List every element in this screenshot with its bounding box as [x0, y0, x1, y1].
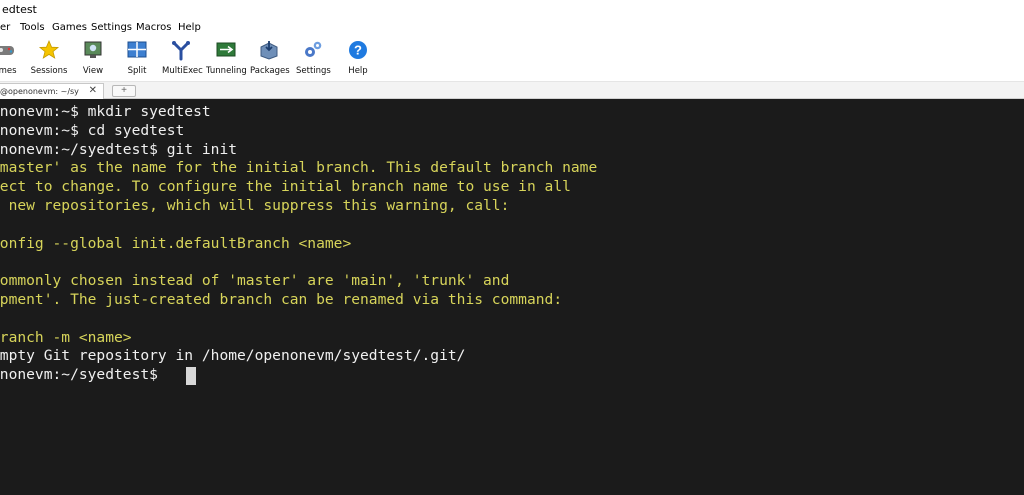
gears-icon: [305, 41, 322, 57]
games-label: ames: [0, 66, 17, 76]
tunneling-button[interactable]: Tunneling: [206, 36, 247, 82]
star-icon: [38, 39, 60, 59]
split-icon: [127, 41, 147, 58]
terminal-line: enonevm:~$ mkdir syedtest: [0, 103, 211, 120]
menu-item-settings[interactable]: Settings: [91, 22, 132, 33]
multiexec-label: MultiExec: [162, 66, 203, 76]
help-icon: ?: [349, 41, 367, 59]
terminal-line: enonevm:~/syedtest$: [0, 366, 167, 384]
terminal-line: r new repositories, which will suppress …: [0, 197, 510, 214]
menu-item-tools[interactable]: Tools: [20, 22, 45, 33]
session-tab-label: @openonevm: ~/sy: [0, 87, 79, 96]
help-label: Help: [348, 66, 368, 76]
menu-item-games[interactable]: Games: [52, 22, 87, 33]
view-button[interactable]: View: [79, 36, 107, 82]
sessions-button[interactable]: Sessions: [30, 36, 68, 82]
view-icon: [84, 41, 102, 58]
toolbar: ames Sessions View Split MultiExec: [0, 36, 1024, 82]
games-icon: [0, 46, 14, 55]
packages-icon: [260, 41, 278, 60]
terminal-line: enonevm:~$ cd syedtest: [0, 121, 185, 139]
menu-item-macros[interactable]: Macros: [136, 22, 171, 33]
terminal-area[interactable]: enonevm:~$ mkdir syedtest enonevm:~$ cd s…: [0, 99, 1024, 495]
games-button[interactable]: ames: [0, 36, 18, 82]
multiexec-icon: [172, 41, 190, 61]
terminal-line: config --global init.defaultBranch <name…: [0, 234, 352, 252]
help-button[interactable]: ? Help: [344, 36, 372, 82]
terminal-line: ject to change. To configure the initial…: [0, 178, 571, 196]
menu-item-server[interactable]: er: [0, 22, 10, 33]
view-label: View: [82, 66, 104, 76]
tab-bar: @openonevm: ~/sy ✕ +: [0, 82, 1024, 99]
terminal-line: 'master' as the name for the initial bra…: [0, 159, 598, 177]
menu-item-help[interactable]: Help: [178, 22, 201, 33]
split-label: Split: [127, 66, 147, 76]
close-icon[interactable]: ✕: [89, 85, 97, 96]
terminal-cursor: [186, 367, 196, 385]
tunneling-icon: [216, 42, 236, 57]
sessions-label: Sessions: [30, 66, 68, 76]
packages-button[interactable]: Packages: [250, 36, 290, 82]
svg-text:?: ?: [354, 43, 362, 58]
terminal-line: opment'. The just-created branch can be …: [0, 291, 563, 308]
session-tab[interactable]: @openonevm: ~/sy ✕: [0, 83, 104, 99]
new-tab-button[interactable]: +: [112, 85, 136, 97]
window-title: edtest: [2, 3, 37, 16]
terminal-line: empty Git repository in /home/openonevm/…: [0, 347, 466, 365]
tunneling-label: Tunneling: [206, 66, 247, 76]
multiexec-button[interactable]: MultiExec: [162, 36, 203, 82]
settings-button[interactable]: Settings: [296, 36, 331, 82]
packages-label: Packages: [250, 66, 290, 76]
terminal-line: branch -m <name>: [0, 328, 132, 346]
title-bar: edtest: [0, 0, 1024, 19]
settings-label: Settings: [296, 66, 331, 76]
split-button[interactable]: Split: [124, 36, 150, 82]
terminal-line: enonevm:~/syedtest$ git init: [0, 140, 238, 158]
menu-bar: er Tools Games Settings Macros Help: [0, 19, 1024, 37]
terminal-line: commonly chosen instead of 'master' are …: [0, 272, 510, 290]
